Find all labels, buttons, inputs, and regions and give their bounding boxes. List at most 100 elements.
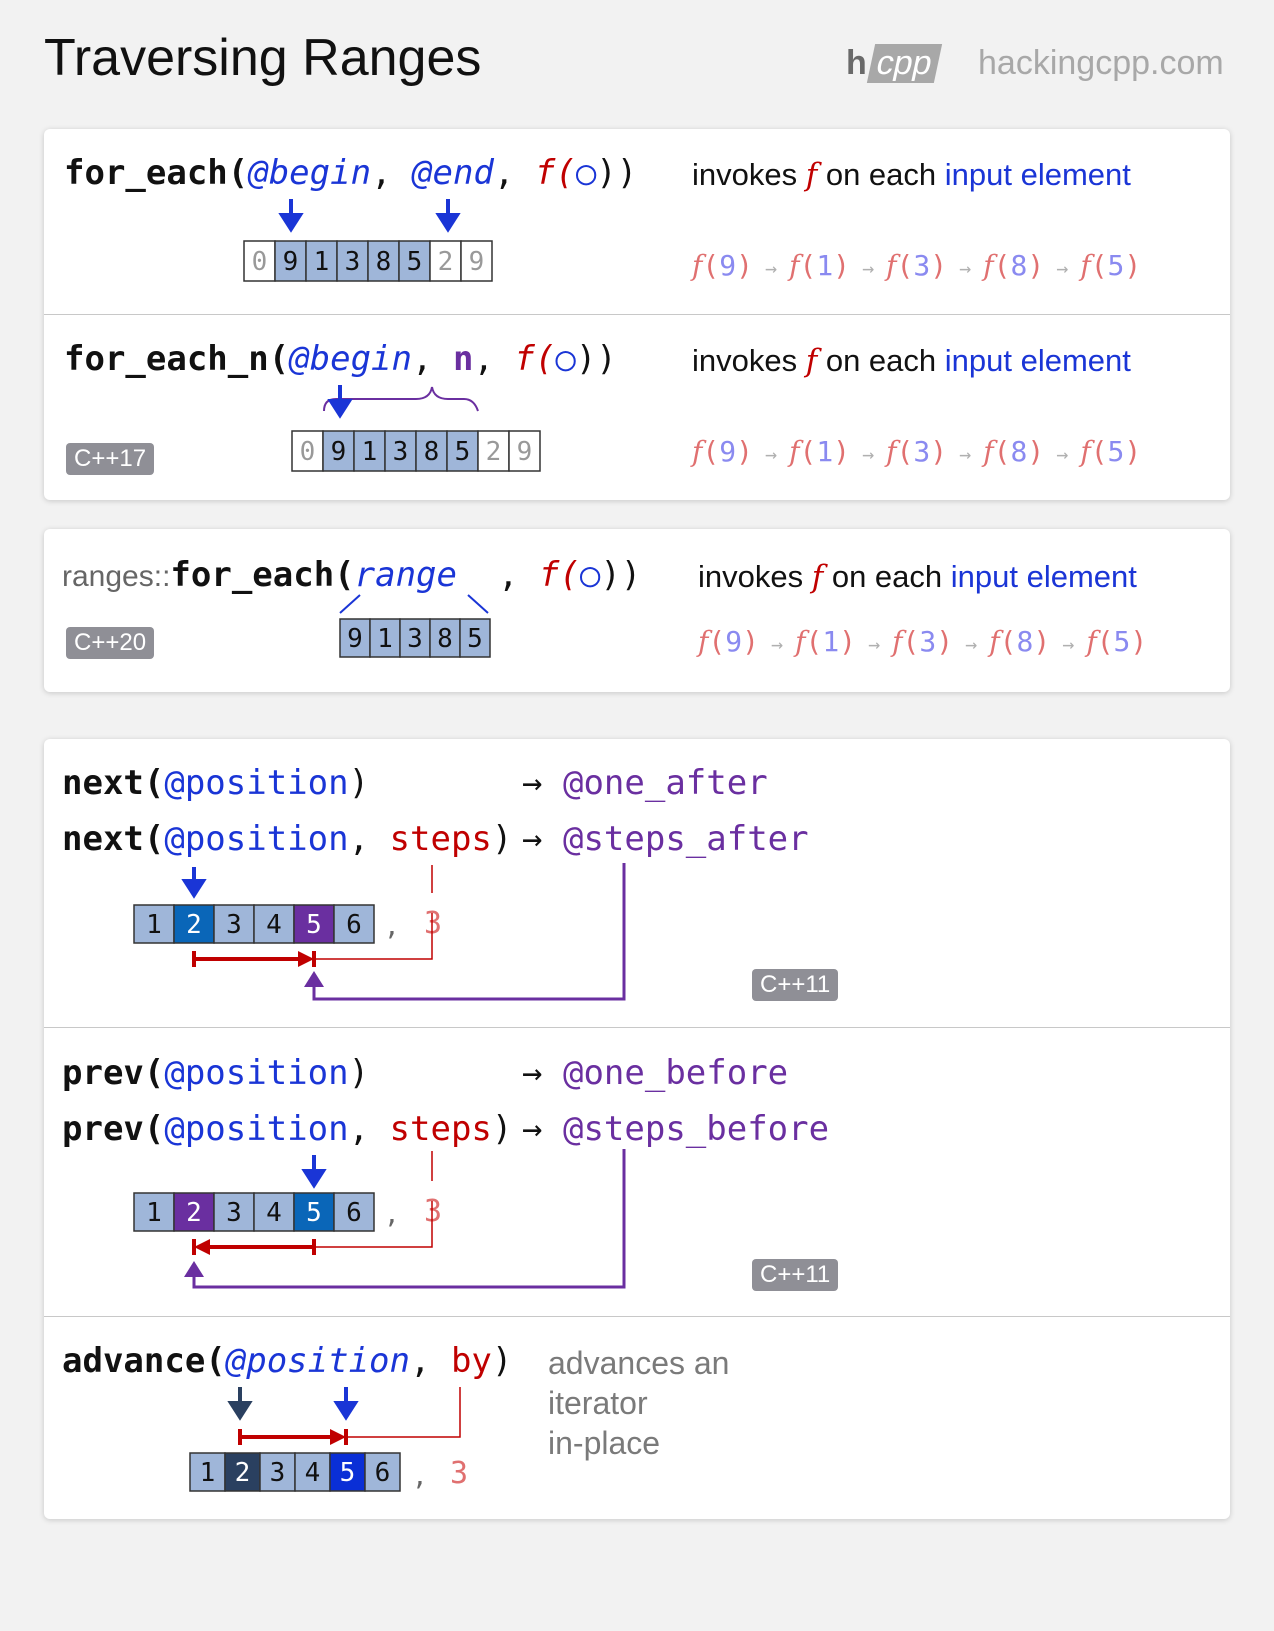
- cell-value: 8: [376, 247, 392, 277]
- page-title: Traversing Ranges: [44, 29, 482, 87]
- cell-value: 8: [437, 624, 453, 654]
- next-comma: ,: [384, 912, 400, 942]
- cell-value: 6: [346, 1198, 362, 1228]
- cell-value: 5: [306, 1198, 322, 1228]
- call-item: f(5): [1080, 249, 1142, 282]
- call-item: f(1): [789, 435, 851, 468]
- cell-value: 9: [331, 437, 347, 467]
- call-item: f(9): [692, 435, 753, 468]
- by-bracket: [346, 1387, 461, 1438]
- chain-arrow-icon: →: [752, 256, 790, 280]
- cell-value: 6: [375, 1458, 391, 1488]
- retreat-red-arrow: [192, 1239, 316, 1255]
- red-arrowhead-icon: [330, 1429, 346, 1445]
- ranges-range-diagram: 91385: [339, 594, 491, 658]
- cell-value: 0: [252, 247, 268, 277]
- begin-arrow-icon: [327, 385, 353, 419]
- cpp11-badge-prev: C++11: [752, 1259, 839, 1291]
- advance-description: advances an iterator in-place: [548, 1345, 730, 1461]
- card-ranges-for-each: ranges::for_each(range , f(○)) invokes f…: [44, 529, 1230, 692]
- chain-arrow-icon: →: [758, 632, 796, 656]
- cell-value: 3: [226, 910, 242, 940]
- call-item: f(9): [698, 625, 759, 658]
- cell-value: 2: [486, 437, 502, 467]
- ranges-call-chain: f(9) → f(1) → f(3) → f(8) → f(5): [698, 625, 1147, 658]
- cell-value: 2: [186, 910, 202, 940]
- cell-value: 9: [517, 437, 533, 467]
- chain-arrow-icon: →: [752, 442, 790, 466]
- for-each-n-range-diagram: 09138529: [291, 385, 541, 472]
- next-result-1: → @one_after: [522, 763, 768, 803]
- next-line-2: next(@position, steps): [62, 819, 513, 859]
- chain-arrow-icon: →: [947, 442, 984, 466]
- after-position-arrow-icon: [333, 1387, 359, 1421]
- cell-value: 1: [377, 624, 393, 654]
- cpp17-badge: C++17: [66, 443, 155, 475]
- next-diagram: 123456 , 3: [133, 863, 626, 1001]
- begin-arrow-icon: [278, 199, 304, 233]
- cell-value: 5: [306, 910, 322, 940]
- purple-arrowhead-icon: [304, 971, 324, 987]
- cell-value: 9: [283, 247, 299, 277]
- advance-by-value: 3: [450, 1456, 468, 1491]
- cell-value: 3: [270, 1458, 286, 1488]
- next-line-1: next(@position): [62, 763, 370, 803]
- call-item: f(8): [983, 249, 1045, 282]
- card-for-each: for_each(@begin, @end, f(○)) invokes f o…: [44, 129, 1230, 500]
- call-item: f(1): [789, 249, 851, 282]
- for-each-n-signature: for_each_n(@begin, n, f(○)): [64, 339, 617, 379]
- call-item: f(5): [1080, 435, 1142, 468]
- call-item: f(8): [983, 435, 1045, 468]
- chain-arrow-icon: →: [1044, 256, 1081, 280]
- cell-value: 2: [235, 1458, 251, 1488]
- chain-arrow-icon: →: [850, 442, 887, 466]
- chain-arrow-icon: →: [953, 632, 990, 656]
- call-item: f(3): [892, 625, 954, 658]
- for-each-signature: for_each(@begin, @end, f(○)): [64, 153, 638, 193]
- for-each-description: invokes f on each input element: [692, 157, 1131, 193]
- red-arrowhead-icon: [194, 1239, 210, 1255]
- prev-steps-value: 3: [424, 1194, 442, 1229]
- advance-comma: ,: [412, 1462, 428, 1492]
- chain-arrow-icon: →: [856, 632, 893, 656]
- cell-value: 3: [345, 247, 361, 277]
- cell-value: 0: [300, 437, 316, 467]
- card-divider: [44, 314, 1230, 315]
- cell-value: 6: [346, 910, 362, 940]
- for-each-call-chain: f(9) → f(1) → f(3) → f(8) → f(5): [692, 249, 1141, 282]
- card-divider: [44, 1027, 1230, 1028]
- range-left-bracket: [339, 594, 361, 614]
- cell-value: 3: [407, 624, 423, 654]
- next-cells: 123456: [133, 904, 375, 944]
- ranges-for-each-description: invokes f on each input element: [698, 559, 1137, 595]
- cell-value: 5: [340, 1458, 356, 1488]
- chain-arrow-icon: →: [947, 256, 984, 280]
- for-each-cells: 09138529: [243, 240, 493, 282]
- for-each-range-diagram: 09138529: [243, 199, 493, 282]
- cell-value: 2: [186, 1198, 202, 1228]
- position-arrow-icon: [181, 867, 207, 899]
- cell-value: 1: [146, 910, 162, 940]
- cpp11-badge-next: C++11: [752, 969, 839, 1001]
- cell-value: 3: [393, 437, 409, 467]
- end-arrow-icon: [435, 199, 461, 233]
- prev-diagram: 123456 , 3: [133, 1149, 626, 1289]
- cell-value: 4: [266, 910, 282, 940]
- cell-value: 1: [200, 1458, 216, 1488]
- prev-cells: 123456: [133, 1192, 375, 1232]
- cell-value: 5: [407, 247, 423, 277]
- logo-cpp: cpp: [866, 44, 942, 83]
- cell-value: 1: [362, 437, 378, 467]
- chain-arrow-icon: →: [850, 256, 887, 280]
- advance-diagram: 123456 , 3: [189, 1387, 468, 1492]
- prev-line-2: prev(@position, steps): [62, 1109, 513, 1149]
- call-item: f(8): [989, 625, 1051, 658]
- card-iterator-ops: next(@position) → @one_after next(@posit…: [44, 739, 1230, 1519]
- cell-value: 5: [467, 624, 483, 654]
- red-arrowhead-icon: [298, 951, 314, 967]
- cell-value: 4: [266, 1198, 282, 1228]
- site-url: hackingcpp.com: [978, 44, 1224, 82]
- cell-value: 9: [469, 247, 485, 277]
- cell-value: 8: [424, 437, 440, 467]
- cell-value: 9: [347, 624, 363, 654]
